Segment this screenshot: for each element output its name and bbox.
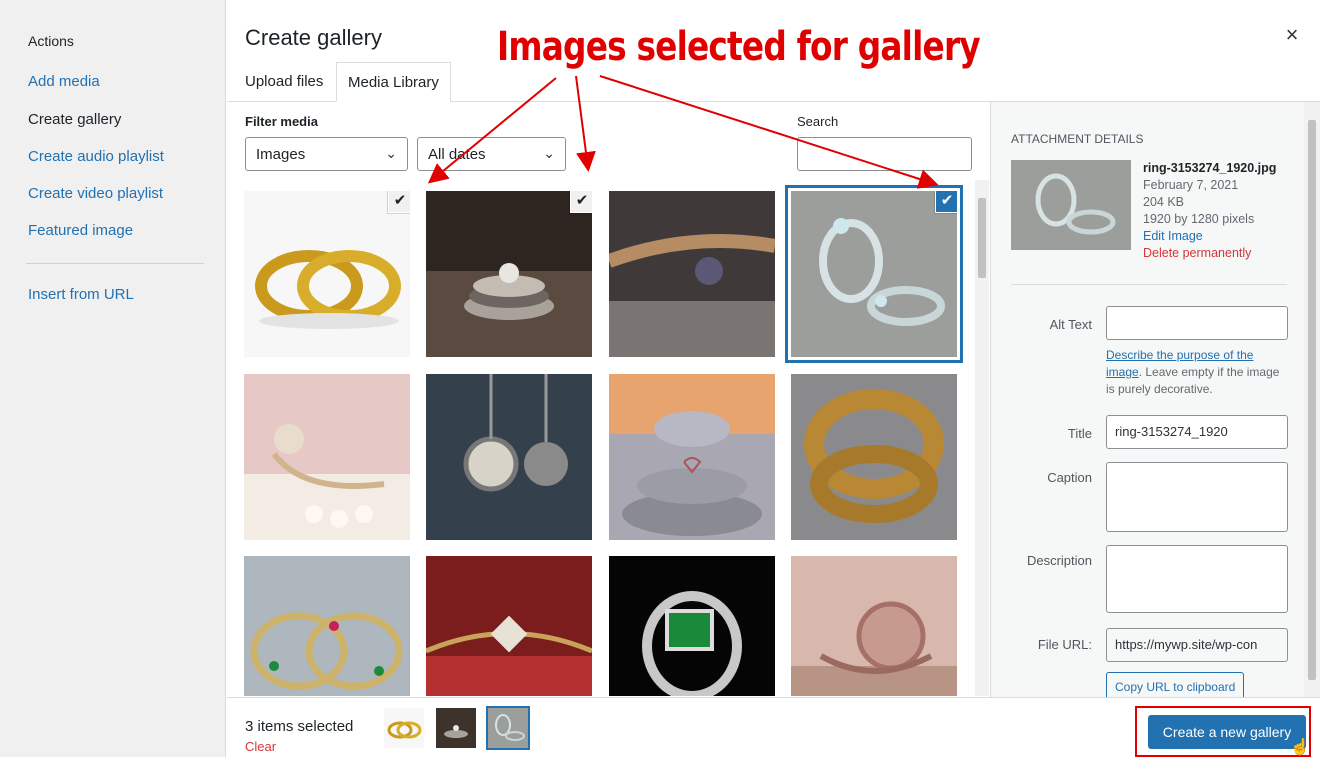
attachment-diamond-ring-stack[interactable]: ✔ bbox=[426, 191, 592, 357]
rose-ring-image bbox=[791, 556, 957, 696]
attachment-details-panel: ATTACHMENT DETAILS ring-3153274_1920.jpg… bbox=[990, 102, 1320, 697]
sidebar-item-featured-image[interactable]: Featured image bbox=[28, 222, 133, 239]
media-type-value: Images bbox=[256, 146, 306, 163]
media-modal: Actions Add media Create gallery Create … bbox=[0, 0, 1320, 757]
bangle-image bbox=[791, 374, 957, 540]
check-icon[interactable]: ✔ bbox=[389, 191, 410, 212]
diamond-stack-image bbox=[426, 191, 592, 357]
attachment-turquoise-bangle[interactable] bbox=[791, 374, 957, 540]
attachment-details-title: ATTACHMENT DETAILS bbox=[1011, 132, 1144, 146]
modal-title: Create gallery bbox=[245, 25, 382, 50]
details-scrollbar-thumb[interactable] bbox=[1308, 120, 1316, 680]
attachment-preview-thumbnail bbox=[1011, 160, 1131, 250]
attachment-pink-pearl-ring[interactable] bbox=[244, 374, 410, 540]
file-url-label: File URL: bbox=[1037, 637, 1092, 652]
attachments-grid: ✔ ✔ ✔ bbox=[227, 180, 989, 696]
media-sidebar: Actions Add media Create gallery Create … bbox=[0, 0, 226, 757]
attachment-diamond-bracelet-red[interactable] bbox=[426, 556, 592, 696]
clear-selection-link[interactable]: Clear bbox=[245, 739, 276, 754]
sidebar-item-create-video-playlist[interactable]: Create video playlist bbox=[28, 185, 163, 202]
grid-scrollbar[interactable] bbox=[975, 180, 989, 696]
copy-url-button[interactable]: Copy URL to clipboard bbox=[1106, 672, 1245, 697]
annotation-arrow-2 bbox=[575, 75, 596, 172]
description-field[interactable] bbox=[1106, 545, 1288, 613]
title-field[interactable]: ring-3153274_1920 bbox=[1106, 415, 1288, 449]
date-filter-value: All dates bbox=[428, 146, 486, 163]
attachment-dimensions: 1920 by 1280 pixels bbox=[1143, 212, 1255, 226]
pink-ring-image bbox=[244, 374, 410, 540]
sidebar-heading: Actions bbox=[28, 33, 74, 49]
selected-thumb-diamond-stack[interactable] bbox=[436, 708, 476, 748]
check-icon[interactable]: ✔ bbox=[571, 191, 592, 212]
tab-upload-files[interactable]: Upload files bbox=[234, 62, 334, 102]
attachment-filename: ring-3153274_1920.jpg bbox=[1143, 161, 1277, 175]
details-divider bbox=[1011, 284, 1287, 285]
pointer-cursor-icon: ☝ bbox=[1290, 739, 1310, 756]
details-scrollbar[interactable] bbox=[1304, 102, 1320, 697]
alt-text-field[interactable] bbox=[1106, 306, 1288, 340]
gem-bangles-image bbox=[244, 556, 410, 696]
attachment-rose-quartz-ring[interactable] bbox=[791, 556, 957, 696]
media-type-select[interactable]: Images ⌄ bbox=[245, 137, 408, 171]
date-filter-select[interactable]: All dates ⌄ bbox=[417, 137, 566, 171]
attachment-ring-3153274[interactable]: ✔ bbox=[791, 191, 957, 357]
search-label: Search bbox=[797, 114, 839, 129]
alt-text-help: Describe the purpose of the image. Leave… bbox=[1106, 347, 1286, 398]
attachment-gemstone-bangles[interactable] bbox=[244, 556, 410, 696]
silver-ring-image bbox=[791, 191, 957, 357]
gold-rings-image bbox=[244, 191, 410, 357]
description-label: Description bbox=[1026, 553, 1092, 568]
emerald-ring-image bbox=[609, 556, 775, 696]
sidebar-item-insert-from-url[interactable]: Insert from URL bbox=[28, 286, 134, 303]
sidebar-item-create-gallery[interactable]: Create gallery bbox=[28, 111, 121, 128]
attachment-date: February 7, 2021 bbox=[1143, 178, 1239, 192]
title-label: Title bbox=[1067, 426, 1092, 441]
sidebar-divider bbox=[26, 263, 204, 264]
alt-text-label: Alt Text bbox=[1049, 317, 1092, 332]
sidebar-item-add-media[interactable]: Add media bbox=[28, 73, 100, 90]
annotation-label: Images selected for gallery bbox=[497, 24, 981, 70]
purple-ring-image bbox=[609, 191, 775, 357]
caption-field[interactable] bbox=[1106, 462, 1288, 532]
attachment-emerald-ring-black[interactable] bbox=[609, 556, 775, 696]
chevron-down-icon: ⌄ bbox=[385, 145, 397, 161]
close-icon[interactable]: × bbox=[1280, 22, 1304, 48]
caption-label: Caption bbox=[1047, 470, 1092, 485]
attachment-heart-pendant-stones[interactable] bbox=[609, 374, 775, 540]
attachment-info: ring-3153274_1920.jpg February 7, 2021 2… bbox=[1143, 160, 1276, 262]
attachment-purple-flower-ring[interactable] bbox=[609, 191, 775, 357]
annotation-highlight-box bbox=[1135, 706, 1311, 757]
chevron-down-icon: ⌄ bbox=[543, 145, 555, 161]
search-input[interactable] bbox=[797, 137, 972, 171]
selection-count: 3 items selected bbox=[245, 718, 354, 735]
tab-media-library[interactable]: Media Library bbox=[336, 62, 451, 102]
check-icon[interactable]: ✔ bbox=[936, 191, 957, 212]
attachment-pocket-watch-pendant[interactable] bbox=[426, 374, 592, 540]
selected-thumb-gold-rings[interactable] bbox=[384, 708, 424, 748]
pocket-watch-image bbox=[426, 374, 592, 540]
filter-media-label: Filter media bbox=[245, 114, 318, 129]
red-bracelet-image bbox=[426, 556, 592, 696]
grid-scrollbar-thumb[interactable] bbox=[978, 198, 986, 278]
attachment-size: 204 KB bbox=[1143, 195, 1185, 209]
edit-image-link[interactable]: Edit Image bbox=[1143, 228, 1276, 245]
delete-permanently-link[interactable]: Delete permanently bbox=[1143, 245, 1276, 262]
stones-image bbox=[609, 374, 775, 540]
sidebar-item-create-audio-playlist[interactable]: Create audio playlist bbox=[28, 148, 164, 165]
file-url-field[interactable]: https://mywp.site/wp-con bbox=[1106, 628, 1288, 662]
attachment-gold-wedding-rings[interactable]: ✔ bbox=[244, 191, 410, 357]
selected-thumb-ring-3153274[interactable] bbox=[488, 708, 528, 748]
